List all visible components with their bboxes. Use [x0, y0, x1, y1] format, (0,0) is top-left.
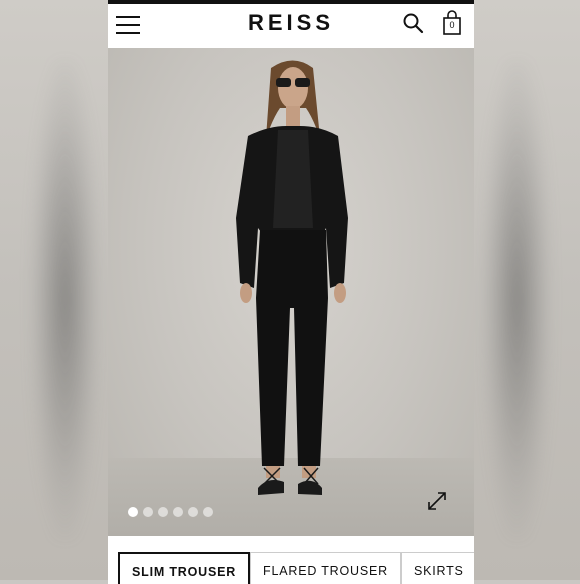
tab-flared-trouser[interactable]: FLARED TROUSER — [250, 552, 401, 584]
blurred-figure — [482, 60, 552, 540]
blurred-figure — [30, 60, 100, 540]
tab-slim-trouser[interactable]: SLIM TROUSER — [118, 552, 251, 584]
model-figure — [236, 60, 348, 495]
gallery-dot[interactable] — [143, 507, 153, 517]
product-image[interactable] — [108, 48, 474, 536]
gallery-dot[interactable] — [173, 507, 183, 517]
gallery-dot[interactable] — [158, 507, 168, 517]
gallery-pagination — [128, 507, 213, 517]
bag-count: 0 — [449, 20, 455, 30]
category-tabs: SLIM TROUSER FLARED TROUSER SKIRTS SU — [118, 552, 474, 584]
gallery-dot[interactable] — [188, 507, 198, 517]
expand-icon[interactable] — [426, 490, 448, 512]
gallery-dot[interactable] — [203, 507, 213, 517]
shopping-bag-icon[interactable]: 0 — [442, 10, 462, 36]
blurred-background-right — [472, 0, 580, 580]
search-icon[interactable] — [402, 12, 424, 34]
gallery-dot[interactable] — [128, 507, 138, 517]
tab-skirts[interactable]: SKIRTS — [400, 552, 474, 584]
blurred-background-left — [0, 0, 108, 580]
mobile-page: REISS 0 SLIM TROUSER FLARED TROUSER SKIR… — [108, 0, 474, 584]
site-header: REISS 0 — [108, 4, 474, 44]
